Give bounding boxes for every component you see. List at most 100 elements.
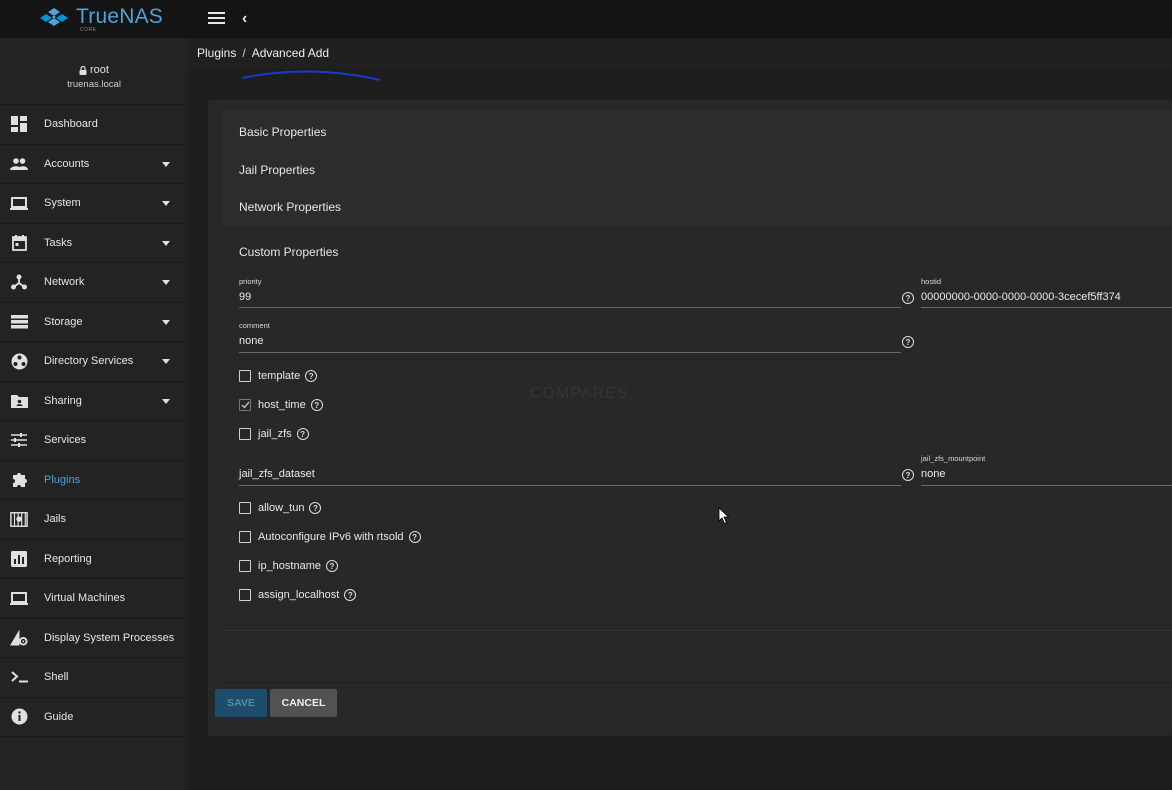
logo-text: TrueNAS — [76, 5, 163, 28]
sidebar-item-system[interactable]: System — [0, 184, 188, 224]
nav-list: Dashboard Accounts System Tasks Network Stora… — [0, 105, 188, 737]
truenas-logo[interactable]: TrueNAS CORE — [38, 5, 163, 33]
sidebar-item-label: Display System Processes — [44, 631, 175, 644]
sidebar-item-services[interactable]: Services — [0, 421, 188, 461]
allow-tun-checkbox[interactable] — [239, 502, 251, 514]
sidebar-item-directory-services[interactable]: Directory Services — [0, 342, 188, 382]
breadcrumb-bar: Plugins / Advanced Add — [188, 38, 1172, 70]
ip-hostname-checkbox-row[interactable]: ip_hostname ? — [239, 560, 338, 572]
host-time-checkbox-row[interactable]: host_time ? — [239, 399, 323, 411]
priority-input[interactable]: 99 — [239, 291, 251, 303]
logo-subtext: CORE — [80, 27, 97, 33]
puzzle-icon — [10, 471, 28, 489]
cancel-button[interactable]: CANCEL — [270, 689, 337, 717]
caret-down-icon[interactable] — [162, 359, 170, 364]
priority-help-icon[interactable]: ? — [902, 292, 914, 304]
sidebar-item-label: Jails — [44, 513, 67, 526]
caret-down-icon[interactable] — [162, 398, 170, 404]
sidebar-item-dashboard[interactable]: Dashboard — [0, 105, 188, 145]
comment-label: comment — [239, 321, 270, 330]
jail-zfs-mountpoint-label: jail_zfs_mountpoint — [921, 454, 986, 463]
jail-zfs-dataset-help-icon[interactable]: ? — [902, 469, 914, 481]
caret-down-icon[interactable] — [162, 161, 170, 167]
jail-zfs-checkbox-row[interactable]: jail_zfs ? — [239, 428, 309, 440]
sidebar-item-storage[interactable]: Storage — [0, 303, 188, 342]
template-help-icon[interactable]: ? — [305, 370, 318, 382]
ip-hostname-help-icon[interactable]: ? — [326, 560, 338, 572]
caret-down-icon[interactable] — [162, 319, 170, 325]
allow-tun-help-icon[interactable]: ? — [309, 502, 322, 514]
autoconfigure-ipv6-checkbox-row[interactable]: Autoconfigure IPv6 with rtsold ? — [239, 531, 421, 543]
dashboard-icon — [10, 115, 28, 133]
sidebar-item-virtual-machines[interactable]: Virtual Machines — [0, 579, 188, 619]
watermark: COMPARES — [530, 385, 628, 403]
form-spacer — [221, 630, 1172, 683]
section-custom-properties[interactable]: Custom Properties — [239, 245, 338, 259]
sidebar-item-sharing[interactable]: Sharing — [0, 382, 188, 421]
sidebar-item-guide[interactable]: Guide — [0, 698, 188, 737]
sidebar-item-plugins[interactable]: Plugins — [0, 461, 188, 500]
breadcrumb: Plugins / Advanced Add — [197, 46, 329, 60]
template-checkbox[interactable] — [239, 370, 251, 382]
assign-localhost-label: assign_localhost — [258, 589, 340, 601]
priority-underline — [239, 307, 901, 308]
sidebar-item-label: Directory Services — [44, 355, 134, 368]
host-time-checkbox[interactable] — [239, 399, 251, 411]
sidebar-item-shell[interactable]: Shell — [0, 658, 188, 698]
autoconfigure-ipv6-checkbox[interactable] — [239, 531, 251, 543]
allow-tun-checkbox-row[interactable]: allow_tun ? — [239, 502, 322, 514]
sidebar-item-display-system-processes[interactable]: Display System Processes — [0, 619, 188, 658]
sidebar-item-label: Services — [44, 434, 87, 447]
jail-zfs-dataset-underline — [239, 485, 901, 486]
menu-toggle-icon[interactable] — [208, 12, 225, 25]
caret-down-icon[interactable] — [162, 280, 170, 285]
autoconfigure-ipv6-help-icon[interactable]: ? — [408, 531, 421, 543]
template-checkbox-row[interactable]: template ? — [239, 370, 318, 382]
collapsed-sections: Basic Properties Jail Properties Network… — [221, 110, 1172, 226]
info-icon — [10, 708, 28, 726]
section-network-properties[interactable]: Network Properties — [239, 200, 341, 214]
comment-underline — [239, 352, 901, 353]
sidebar-item-label: Plugins — [44, 473, 81, 486]
caret-down-icon[interactable] — [162, 240, 170, 246]
jail-zfs-help-icon[interactable]: ? — [296, 428, 309, 440]
save-button[interactable]: SAVE — [215, 689, 267, 717]
host-time-help-icon[interactable]: ? — [310, 399, 323, 411]
comment-input[interactable]: none — [239, 335, 263, 347]
caret-down-icon[interactable] — [162, 201, 170, 206]
hostid-label: hostid — [921, 277, 942, 286]
jail-zfs-mountpoint-input[interactable]: none — [921, 468, 945, 480]
sidebar-item-jails[interactable]: Jails — [0, 500, 188, 540]
section-basic-properties[interactable]: Basic Properties — [239, 125, 326, 139]
sidebar-item-label: Storage — [44, 315, 83, 328]
watermark-text: COMPARES — [530, 385, 629, 402]
sidebar: root truenas.local Dashboard Accounts Syst… — [0, 38, 188, 790]
sidebar-item-label: Network — [44, 276, 85, 289]
user-info: root truenas.local — [0, 38, 188, 105]
sidebar-item-tasks[interactable]: Tasks — [0, 224, 188, 263]
assign-localhost-help-icon[interactable]: ? — [344, 589, 357, 601]
directory-icon — [10, 352, 28, 370]
breadcrumb-plugins[interactable]: Plugins — [197, 46, 236, 60]
jail-zfs-dataset-input[interactable]: jail_zfs_dataset — [239, 468, 315, 480]
comment-help-icon[interactable]: ? — [902, 336, 914, 348]
autoconfigure-ipv6-label: Autoconfigure IPv6 with rtsold — [258, 531, 404, 543]
jail-zfs-checkbox[interactable] — [239, 428, 251, 440]
allow-tun-label: allow_tun — [258, 502, 305, 514]
sidebar-item-label: Reporting — [44, 552, 92, 565]
sidebar-item-network[interactable]: Network — [0, 263, 188, 303]
hostid-input[interactable]: 00000000-0000-0000-0000-3cecef5ff374 — [921, 291, 1121, 303]
ip-hostname-checkbox[interactable] — [239, 560, 251, 572]
sidebar-item-accounts[interactable]: Accounts — [0, 145, 188, 184]
sidebar-item-reporting[interactable]: Reporting — [0, 540, 188, 579]
section-jail-properties[interactable]: Jail Properties — [239, 163, 315, 177]
top-bar: TrueNAS CORE ‹ — [0, 0, 1172, 38]
chevron-left-icon[interactable]: ‹ — [242, 10, 247, 28]
assign-localhost-checkbox[interactable] — [239, 589, 251, 601]
breadcrumb-separator: / — [242, 46, 246, 60]
sidebar-item-label: Tasks — [44, 236, 73, 249]
laptop-icon — [10, 589, 28, 607]
assign-localhost-checkbox-row[interactable]: assign_localhost ? — [239, 589, 357, 601]
template-label: template — [258, 370, 301, 382]
network-icon — [10, 273, 28, 291]
